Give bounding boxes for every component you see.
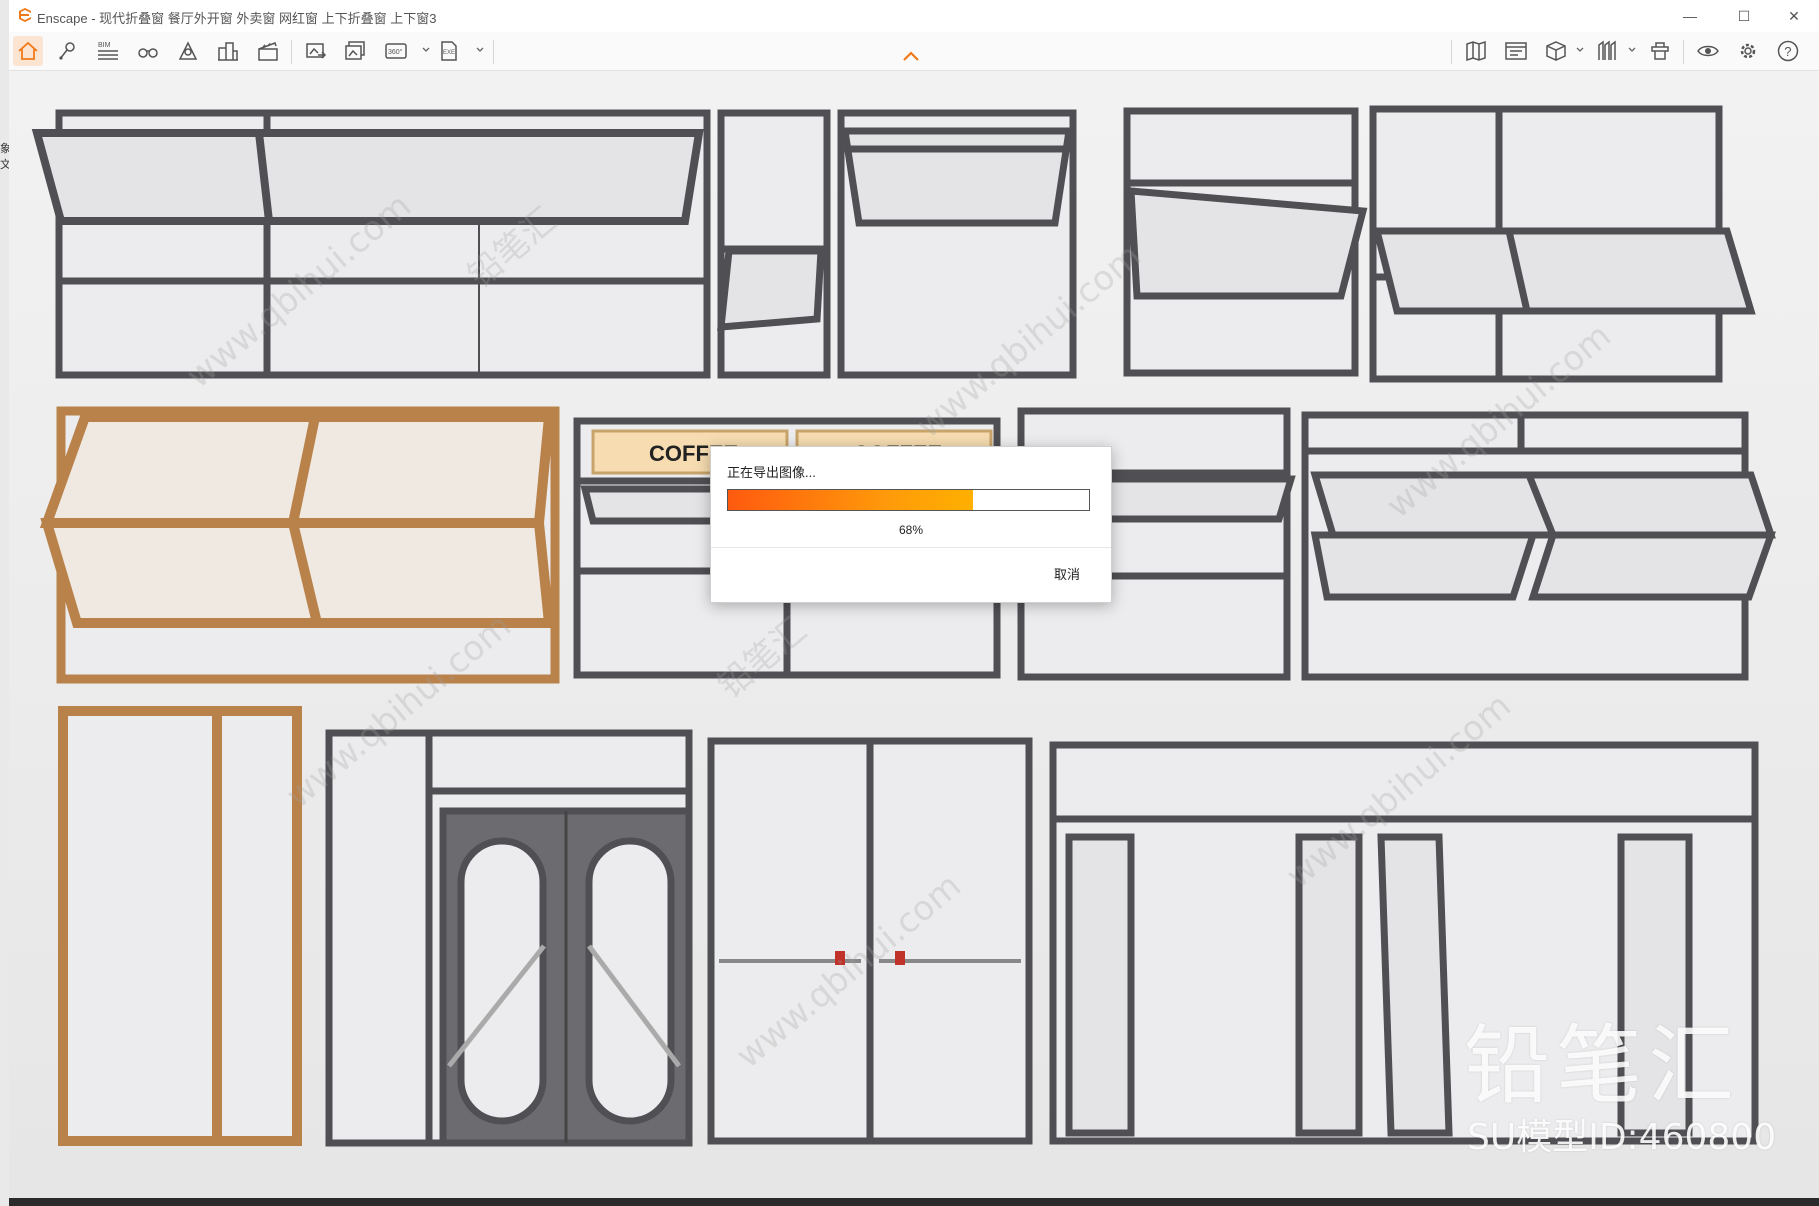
dialog-title: 正在导出图像... <box>727 465 816 480</box>
batch-render-button[interactable] <box>341 36 371 66</box>
render-viewport[interactable]: COFFEE COFFEE www.qbihui.com 铅笔汇 www.qbi… <box>9 71 1819 1198</box>
double-awning-window <box>1369 105 1756 383</box>
desktop-background: 象 文 <box>0 0 11 1206</box>
narrow-hopper-window <box>717 109 831 379</box>
map-button[interactable] <box>1461 36 1491 66</box>
progress-bar <box>727 489 1090 511</box>
chevron-down-icon <box>422 47 430 52</box>
asset-dropdown[interactable] <box>1627 40 1637 60</box>
cube-button[interactable] <box>1541 36 1571 66</box>
sun-button[interactable] <box>173 36 203 66</box>
fire-exit-double-door <box>707 737 1033 1145</box>
dialog-divider <box>711 547 1111 548</box>
wood-double-door <box>58 706 302 1146</box>
enscape-window: Enscape - 现代折叠窗 餐厅外开窗 外卖窗 网红窗 上下折叠窗 上下窗3… <box>9 0 1819 1198</box>
chevron-down-icon <box>1576 47 1584 52</box>
bim-button[interactable]: BIM <box>93 36 123 66</box>
maximize-icon: ☐ <box>1737 7 1751 24</box>
visual-settings-button[interactable] <box>1693 36 1723 66</box>
svg-text:360°: 360° <box>388 48 403 56</box>
awning-window-b <box>1123 107 1368 377</box>
bim-icon: BIM <box>98 42 118 60</box>
chevron-down-icon <box>1628 47 1636 52</box>
home-button[interactable] <box>13 36 43 66</box>
cancel-button[interactable]: 取消 <box>1037 559 1097 587</box>
minimize-button[interactable]: — <box>1667 2 1713 30</box>
clapper-button[interactable] <box>253 36 283 66</box>
panorama-360-icon: 360° <box>385 43 407 59</box>
progress-fill <box>728 490 974 510</box>
video-editor-icon <box>1505 42 1527 60</box>
cube-dropdown[interactable] <box>1575 40 1585 60</box>
title-bar[interactable]: Enscape - 现代折叠窗 餐厅外开窗 外卖窗 网红窗 上下折叠窗 上下窗3… <box>9 0 1819 32</box>
collapse-toolbar-chevron-icon[interactable] <box>901 49 921 63</box>
sun-icon <box>178 41 198 60</box>
minimize-icon: — <box>1683 8 1697 24</box>
export-dropdown[interactable] <box>475 40 485 60</box>
buildings-button[interactable] <box>213 36 243 66</box>
map-icon <box>1466 40 1486 62</box>
folding-window-large <box>31 109 711 379</box>
location-pin-icon <box>59 42 75 60</box>
svg-text:BIM: BIM <box>98 42 111 49</box>
wood-folding-window <box>39 406 560 684</box>
material-editor-button[interactable] <box>1645 36 1675 66</box>
brand-watermark: 铅笔汇 <box>1464 1016 1740 1116</box>
progress-percent: 68% <box>898 523 924 537</box>
clapperboard-icon <box>258 42 278 61</box>
double-folding-window <box>1301 411 1776 681</box>
svg-text:?: ? <box>1784 44 1791 59</box>
asset-library-button[interactable] <box>1593 36 1623 66</box>
export-exe-button[interactable]: EXE <box>435 36 465 66</box>
maximize-button[interactable]: ☐ <box>1721 2 1767 30</box>
enscape-logo-icon <box>19 8 31 22</box>
toolbar-separator <box>1683 40 1684 64</box>
close-icon: ✕ <box>1788 7 1800 24</box>
oval-glass-double-door <box>325 729 693 1147</box>
material-editor-icon <box>1651 42 1669 60</box>
buildings-icon <box>218 42 238 61</box>
close-button[interactable]: ✕ <box>1771 2 1817 30</box>
visual-settings-icon <box>1697 45 1719 57</box>
awning-window-a <box>837 109 1077 379</box>
model-id-watermark: SU模型ID:460800 <box>1467 1117 1777 1158</box>
chevron-down-icon <box>476 47 484 52</box>
window-title: Enscape - 现代折叠窗 餐厅外开窗 外卖窗 网红窗 上下折叠窗 上下窗3 <box>37 11 437 26</box>
video-editor-button[interactable] <box>1501 36 1531 66</box>
views-button[interactable] <box>133 36 163 66</box>
cube-icon <box>1546 41 1566 61</box>
settings-button[interactable] <box>1733 36 1763 66</box>
help-icon: ? <box>1777 40 1799 62</box>
render-image-icon <box>306 43 327 59</box>
toolbar-separator <box>291 40 292 64</box>
help-button[interactable]: ? <box>1773 36 1803 66</box>
panorama-button[interactable]: 360° <box>381 36 411 66</box>
render-image-button[interactable] <box>301 36 331 66</box>
svg-text:EXE: EXE <box>443 50 455 56</box>
batch-render-icon <box>345 41 365 60</box>
export-exe-icon: EXE <box>441 41 457 61</box>
settings-gear-icon <box>1740 43 1756 59</box>
panorama-dropdown[interactable] <box>421 40 431 60</box>
asset-library-icon <box>1598 40 1616 60</box>
export-progress-dialog: 正在导出图像... 68% 取消 <box>710 446 1112 603</box>
home-icon <box>18 41 38 60</box>
toolbar-separator <box>1451 40 1452 64</box>
binoculars-icon <box>138 48 158 58</box>
toolbar-separator <box>493 40 494 64</box>
location-button[interactable] <box>53 36 83 66</box>
